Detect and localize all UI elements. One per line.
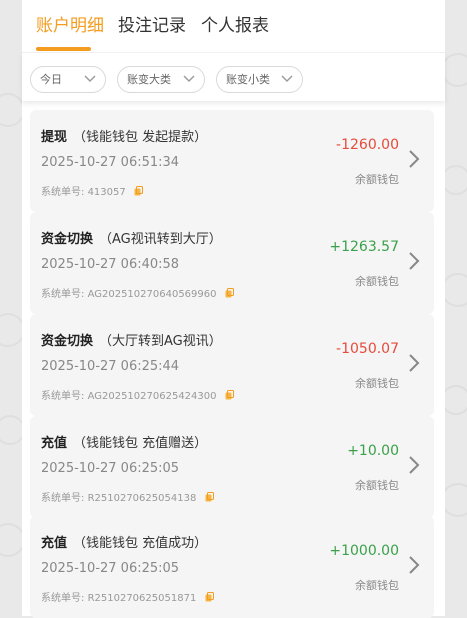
- order-number: R2510270625051871: [87, 593, 197, 604]
- category-minor-label: 账变小类: [226, 73, 270, 86]
- record-type: 资金切换: [41, 232, 94, 247]
- order-prefix: 系统单号:: [41, 493, 85, 504]
- record-title: 提现 （钱能钱包 发起提款）: [41, 126, 207, 145]
- chevron-right-icon: [409, 556, 420, 574]
- record-desc: （钱能钱包 充值成功）: [73, 536, 208, 551]
- record-title: 充值 （钱能钱包 充值成功）: [41, 532, 207, 551]
- record-type: 资金切换: [41, 334, 94, 349]
- date-filter-label: 今日: [40, 73, 62, 86]
- order-number: AG202510270625424300: [87, 391, 217, 402]
- record-order: 系统单号: R2510270625054138: [41, 489, 214, 504]
- tab-bet-records[interactable]: 投注记录: [118, 14, 186, 38]
- record-desc: （大厅转到AG视讯）: [99, 334, 222, 349]
- record-order: 系统单号: AG202510270640569960: [41, 285, 234, 300]
- copy-icon[interactable]: [134, 186, 143, 196]
- chevron-down-icon: [281, 75, 293, 82]
- record-title: 资金切换 （AG视讯转到大厅）: [41, 228, 222, 247]
- record-amount: -1260.00: [336, 137, 399, 153]
- chevron-right-icon: [409, 252, 420, 270]
- order-number: 413057: [87, 187, 126, 198]
- record-type: 充值: [41, 536, 68, 551]
- record-card[interactable]: 资金切换 （大厅转到AG视讯） 2025-10-27 06:25:44 系统单号:…: [30, 314, 434, 416]
- order-number: AG202510270640569960: [87, 289, 217, 300]
- date-filter-dropdown[interactable]: 今日: [30, 66, 106, 93]
- record-wallet: 余额钱包: [355, 579, 399, 592]
- record-amount: +1263.57: [329, 239, 399, 255]
- order-prefix: 系统单号:: [41, 187, 85, 198]
- chevron-right-icon: [409, 456, 420, 474]
- record-time: 2025-10-27 06:25:44: [41, 359, 180, 374]
- active-tab-indicator: [36, 47, 91, 51]
- tab-account-details[interactable]: 账户明细: [36, 14, 104, 38]
- record-time: 2025-10-27 06:51:34: [41, 155, 180, 170]
- order-number: R2510270625054138: [87, 493, 197, 504]
- record-desc: （钱能钱包 发起提款）: [73, 130, 208, 145]
- record-desc: （AG视讯转到大厅）: [99, 232, 222, 247]
- record-order: 系统单号: R2510270625051871: [41, 589, 214, 604]
- record-wallet: 余额钱包: [355, 377, 399, 390]
- chevron-right-icon: [409, 354, 420, 372]
- copy-icon[interactable]: [225, 288, 234, 298]
- filter-bar: 今日 账变大类 账变小类: [22, 52, 445, 101]
- record-wallet: 余额钱包: [355, 173, 399, 186]
- order-prefix: 系统单号:: [41, 391, 85, 402]
- chevron-down-icon: [84, 75, 96, 82]
- record-amount: -1050.07: [336, 341, 399, 357]
- record-order: 系统单号: 413057: [41, 183, 143, 198]
- record-type: 提现: [41, 130, 68, 145]
- record-time: 2025-10-27 06:25:05: [41, 461, 180, 476]
- record-card[interactable]: 资金切换 （AG视讯转到大厅） 2025-10-27 06:40:58 系统单号:…: [30, 212, 434, 314]
- category-major-dropdown[interactable]: 账变大类: [117, 66, 205, 93]
- tab-bar: 账户明细 投注记录 个人报表: [22, 0, 445, 52]
- order-prefix: 系统单号:: [41, 593, 85, 604]
- record-amount: +10.00: [347, 443, 399, 459]
- record-card[interactable]: 充值 （钱能钱包 充值赠送） 2025-10-27 06:25:05 系统单号: …: [30, 416, 434, 518]
- record-wallet: 余额钱包: [355, 479, 399, 492]
- tab-personal-report[interactable]: 个人报表: [201, 14, 269, 38]
- copy-icon[interactable]: [225, 390, 234, 400]
- record-desc: （钱能钱包 充值赠送）: [73, 436, 208, 451]
- record-title: 资金切换 （大厅转到AG视讯）: [41, 330, 222, 349]
- record-order: 系统单号: AG202510270625424300: [41, 387, 234, 402]
- record-title: 充值 （钱能钱包 充值赠送）: [41, 432, 207, 451]
- category-minor-dropdown[interactable]: 账变小类: [216, 66, 303, 93]
- record-wallet: 余额钱包: [355, 275, 399, 288]
- chevron-right-icon: [409, 150, 420, 168]
- record-amount: +1000.00: [329, 543, 399, 559]
- category-major-label: 账变大类: [127, 73, 171, 86]
- record-type: 充值: [41, 436, 68, 451]
- record-time: 2025-10-27 06:25:05: [41, 561, 180, 576]
- chevron-down-icon: [183, 75, 195, 82]
- order-prefix: 系统单号:: [41, 289, 85, 300]
- record-time: 2025-10-27 06:40:58: [41, 257, 180, 272]
- record-card[interactable]: 提现 （钱能钱包 发起提款） 2025-10-27 06:51:34 系统单号: …: [30, 110, 434, 212]
- copy-icon[interactable]: [205, 492, 214, 502]
- record-card[interactable]: 充值 （钱能钱包 充值成功） 2025-10-27 06:25:05 系统单号: …: [30, 516, 434, 618]
- copy-icon[interactable]: [205, 592, 214, 602]
